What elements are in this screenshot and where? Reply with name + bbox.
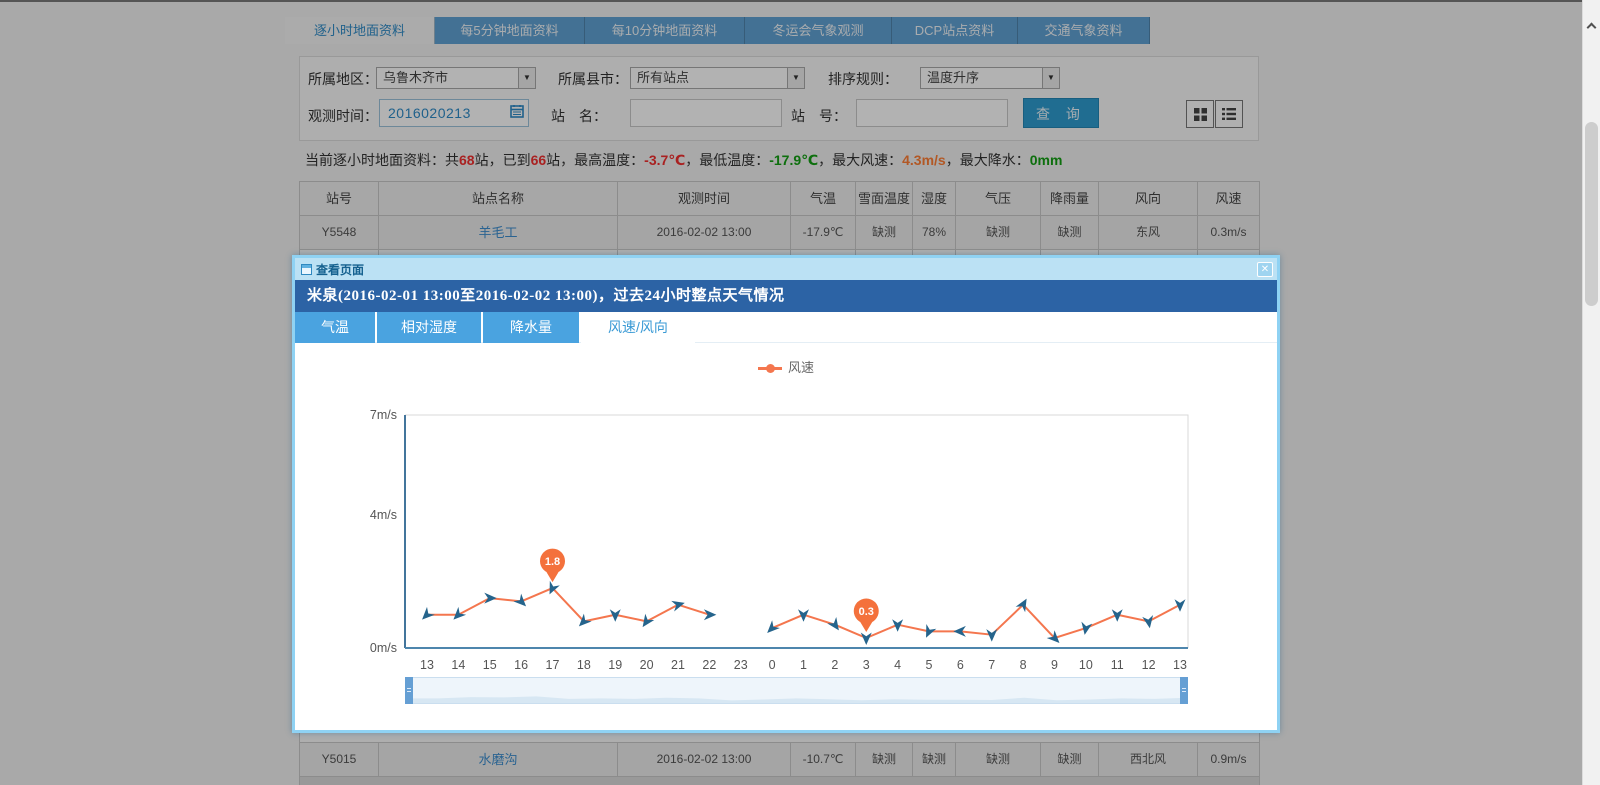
svg-text:9: 9	[1051, 658, 1058, 672]
svg-text:7: 7	[988, 658, 995, 672]
svg-text:14: 14	[451, 658, 465, 672]
close-icon[interactable]: ✕	[1257, 262, 1273, 277]
svg-text:0m/s: 0m/s	[370, 641, 397, 655]
svg-text:4: 4	[894, 658, 901, 672]
svg-text:21: 21	[671, 658, 685, 672]
view-page-modal: 查看页面 ✕ 米泉(2016-02-01 13:00至2016-02-02 13…	[292, 255, 1280, 733]
scrollbar-thumb[interactable]	[1585, 122, 1598, 306]
view-page-icon	[301, 264, 312, 275]
svg-text:8: 8	[1020, 658, 1027, 672]
svg-text:15: 15	[483, 658, 497, 672]
modal-tab-temperature[interactable]: 气温	[295, 312, 375, 343]
page-scrollbar[interactable]	[1582, 0, 1600, 785]
svg-text:16: 16	[514, 658, 528, 672]
datazoom-slider[interactable]	[405, 677, 1188, 704]
svg-text:12: 12	[1142, 658, 1156, 672]
svg-text:22: 22	[702, 658, 716, 672]
modal-tab-bar: 气温 相对湿度 降水量 风速/风向	[295, 312, 1277, 343]
svg-text:5: 5	[926, 658, 933, 672]
modal-content: 风速 7m/s4m/s0m/s1314151617181920212223012…	[295, 343, 1277, 730]
datazoom-right-handle[interactable]	[1180, 677, 1188, 704]
svg-text:20: 20	[640, 658, 654, 672]
datazoom-left-handle[interactable]	[405, 677, 413, 704]
svg-text:19: 19	[608, 658, 622, 672]
scroll-up-icon[interactable]	[1587, 23, 1597, 33]
svg-text:2: 2	[831, 658, 838, 672]
wind-speed-chart: 7m/s4m/s0m/s1314151617181920212223012345…	[295, 343, 1277, 675]
page-root: 逐小时地面资料 每5分钟地面资料 每10分钟地面资料 冬运会气象观测 DCP站点…	[0, 0, 1600, 785]
svg-text:3: 3	[863, 658, 870, 672]
modal-tab-wind[interactable]: 风速/风向	[581, 312, 695, 343]
datazoom-preview	[406, 678, 1187, 703]
svg-text:11: 11	[1111, 658, 1124, 672]
svg-text:13: 13	[1173, 658, 1187, 672]
svg-text:0: 0	[769, 658, 776, 672]
svg-text:1.8: 1.8	[545, 556, 560, 568]
svg-text:13: 13	[420, 658, 434, 672]
svg-text:17: 17	[546, 658, 560, 672]
modal-title: 查看页面	[316, 261, 1257, 278]
modal-tab-precipitation[interactable]: 降水量	[483, 312, 579, 343]
svg-text:18: 18	[577, 658, 591, 672]
svg-text:23: 23	[734, 658, 748, 672]
modal-tab-humidity[interactable]: 相对湿度	[377, 312, 481, 343]
svg-text:10: 10	[1079, 658, 1093, 672]
svg-text:7m/s: 7m/s	[370, 408, 397, 422]
svg-text:4m/s: 4m/s	[370, 508, 397, 522]
svg-text:0.3: 0.3	[859, 606, 874, 618]
svg-text:1: 1	[800, 658, 807, 672]
svg-text:6: 6	[957, 658, 964, 672]
modal-heading: 米泉(2016-02-01 13:00至2016-02-02 13:00)，过去…	[295, 280, 1277, 312]
modal-titlebar[interactable]: 查看页面 ✕	[295, 258, 1277, 280]
